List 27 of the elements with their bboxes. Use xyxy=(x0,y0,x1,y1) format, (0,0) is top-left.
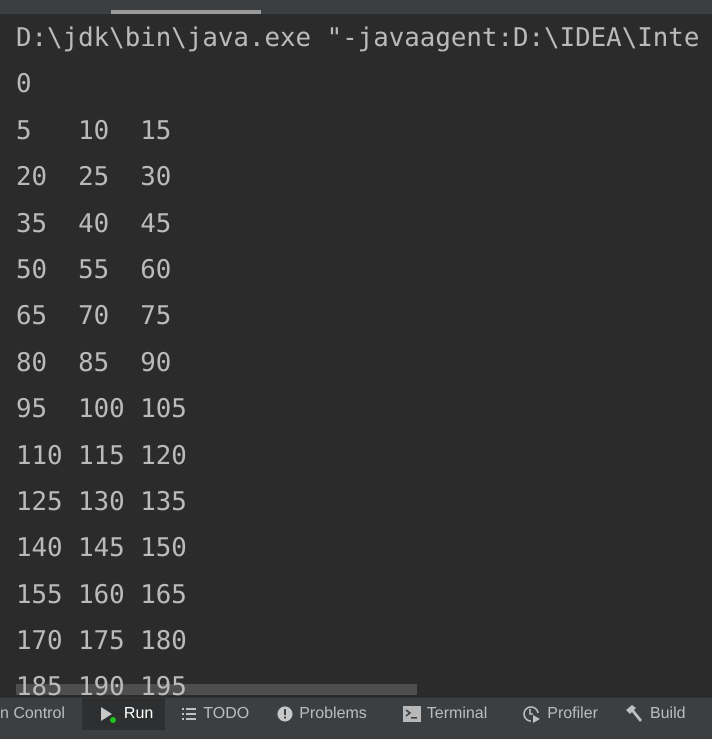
console-line: 95 100 105 xyxy=(16,393,187,426)
console-line: 20 25 30 xyxy=(16,161,172,194)
hammer-icon xyxy=(624,704,644,724)
console-line: 50 55 60 xyxy=(16,254,172,287)
tool-window-tab[interactable]: TODO xyxy=(165,698,262,730)
tool-window-tab[interactable]: Profiler xyxy=(505,698,608,730)
console-line: 65 70 75 xyxy=(16,300,172,334)
tool-window-tab[interactable]: n Control xyxy=(0,698,82,730)
tool-window-tab[interactable]: Build xyxy=(608,698,698,730)
warning-icon xyxy=(277,706,294,722)
console-line: 5 10 15 xyxy=(16,114,172,148)
console-line: D:\jdk\bin\java.exe "-javaagent:D:\IDEA\Inte xyxy=(16,22,700,55)
tool-window-tab[interactable]: Terminal xyxy=(386,698,506,730)
console-line: 140 145 150 xyxy=(16,532,187,566)
tool-window-tab[interactable]: Run xyxy=(82,698,166,730)
console-line: 35 40 45 xyxy=(16,208,172,241)
terminal-icon xyxy=(402,706,421,722)
console-line: 80 85 90 xyxy=(16,346,172,380)
console-line: 170 175 180 xyxy=(16,625,187,658)
clock-play-icon xyxy=(521,704,542,724)
console-line: 110 115 120 xyxy=(16,440,187,473)
tool-window-tab[interactable]: Problems xyxy=(261,698,387,730)
list-icon xyxy=(181,706,198,722)
console-line: 125 130 135 xyxy=(16,486,187,519)
console-line: 0 xyxy=(16,68,32,102)
console-line: 155 160 165 xyxy=(16,578,187,612)
console-line: 185 190 195 xyxy=(16,671,187,697)
